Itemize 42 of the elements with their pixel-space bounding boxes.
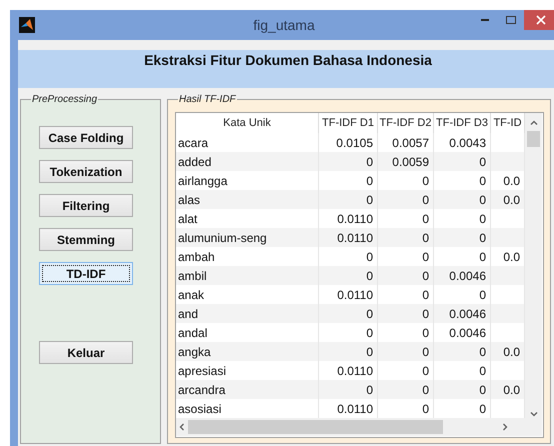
action-button[interactable]: Case Folding <box>39 126 133 149</box>
table-row[interactable]: arcandra 0 0 0 0.0 <box>176 380 525 399</box>
column-header[interactable]: TF-IDF D1 <box>319 113 378 134</box>
action-button[interactable]: Stemming <box>39 228 133 251</box>
panel-title: PreProcessing <box>31 94 98 105</box>
close-button[interactable] <box>524 10 554 30</box>
window-title: fig_utama <box>253 17 315 33</box>
table-row[interactable]: alas 0 0 0 0.0 <box>176 190 525 209</box>
panel-title: Hasil TF-IDF <box>178 94 237 105</box>
table-row[interactable]: asosiasi 0.0110 0 0 <box>176 399 525 418</box>
table-row[interactable]: andal 0 0 0.0046 <box>176 323 525 342</box>
app-logo-icon <box>19 17 35 33</box>
table-row[interactable]: anak 0.0110 0 0 <box>176 285 525 304</box>
close-icon <box>536 15 546 25</box>
column-header[interactable]: TF-IDF D3 <box>434 113 491 134</box>
scroll-up-icon[interactable] <box>530 119 538 127</box>
scrollbar-thumb[interactable] <box>527 131 540 147</box>
table-row[interactable]: airlangga 0 0 0 0.0 <box>176 171 525 190</box>
table-row[interactable]: acara 0.0105 0.0057 0.0043 <box>176 133 525 152</box>
column-header[interactable]: TF-IDF D2 <box>378 113 434 134</box>
header-title: Ekstraksi Fitur Dokumen Bahasa Indonesia <box>144 52 432 70</box>
action-button[interactable]: Tokenization <box>39 160 133 183</box>
maximize-icon <box>506 16 516 24</box>
action-button[interactable]: Filtering <box>39 194 133 217</box>
scroll-down-icon[interactable] <box>530 410 538 418</box>
column-header[interactable]: TF-ID <box>491 113 525 134</box>
table-row[interactable]: apresiasi 0.0110 0 0 <box>176 361 525 380</box>
table-row[interactable]: and 0 0 0.0046 <box>176 304 525 323</box>
scroll-right-icon[interactable] <box>501 423 509 431</box>
table-row[interactable]: alumunium-seng 0.0110 0 0 <box>176 228 525 247</box>
table-row[interactable]: angka 0 0 0 0.0 <box>176 342 525 361</box>
vertical-scrollbar[interactable] <box>525 113 542 418</box>
minimize-icon <box>481 18 489 22</box>
horizontal-scrollbar[interactable] <box>176 418 525 436</box>
table-row[interactable]: ambil 0 0 0.0046 <box>176 266 525 285</box>
scroll-left-icon[interactable] <box>178 423 186 431</box>
action-button[interactable]: TD-IDF <box>39 262 133 285</box>
table-row[interactable]: ambah 0 0 0 0.0 <box>176 247 525 266</box>
table-row[interactable]: alat 0.0110 0 0 <box>176 209 525 228</box>
table-row[interactable]: added 0 0.0059 0 <box>176 152 525 171</box>
scrollbar-thumb[interactable] <box>188 420 443 434</box>
action-button[interactable]: Keluar <box>39 341 133 364</box>
